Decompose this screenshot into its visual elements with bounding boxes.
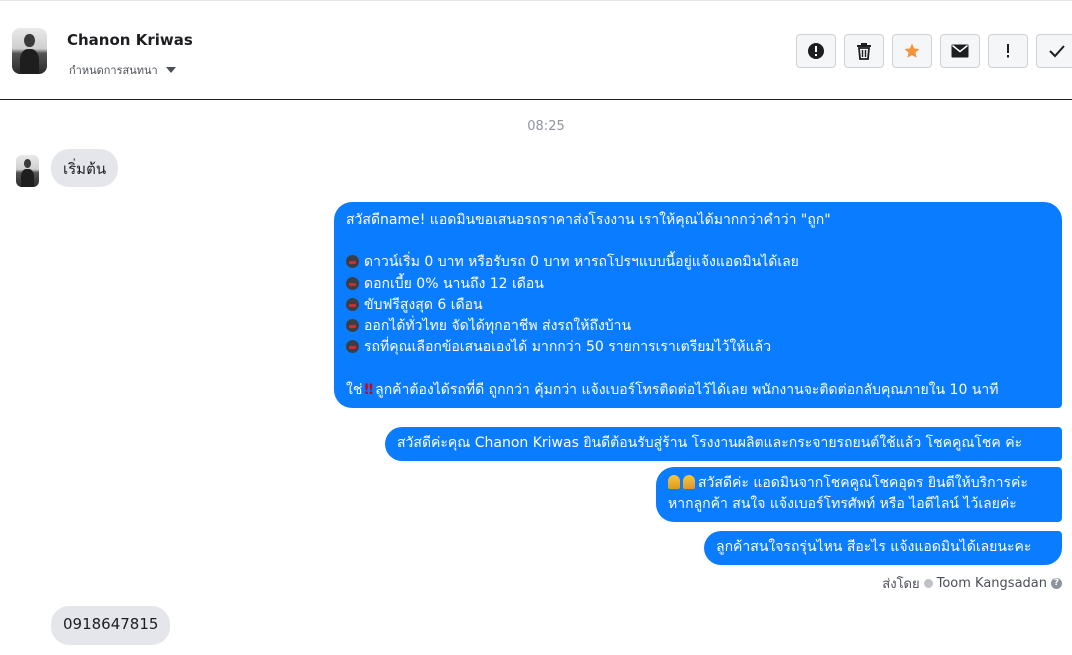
incoming-message-start[interactable]: เริ่มต้น (51, 149, 119, 187)
promo-closing: ใช่ ‼ ลูกค้าต้องได้รถที่ดี ถูกกว่า คุ้มกว่… (346, 381, 999, 398)
promo-bullet: ขับฟรีสูงสุด 6 เดือน (346, 295, 1050, 316)
car-emoji-icon (346, 276, 359, 290)
incoming-message-phone[interactable]: 0918647815 (51, 606, 171, 645)
car-emoji-icon (346, 255, 359, 269)
assign-label: กำหนดการสนทนา (69, 64, 158, 77)
outgoing-message-question[interactable]: ลูกค้าสนใจรถรุ่นไหน สีอะไร แจ้งแอดมินได้… (704, 531, 1062, 566)
pray-emoji-icon (668, 475, 680, 489)
outgoing-message-greeting[interactable]: สวัสดีค่ะ แอดมินจากโชคคูณโชคอุดร ยินดีให… (656, 467, 1062, 523)
promo-bullet: ดอกเบี้ย 0% นานถึง 12 เดือน (346, 274, 1050, 295)
envelope-icon (951, 44, 969, 58)
delete-button[interactable] (844, 34, 884, 68)
sender-avatar (16, 155, 39, 187)
priority-button[interactable] (988, 34, 1028, 68)
caret-down-icon (165, 67, 176, 73)
star-button[interactable] (892, 34, 932, 68)
contact-avatar[interactable] (12, 28, 47, 74)
promo-line-1: สวัสดีname! แอดมินขอเสนอรถราคาส่งโรงงาน … (346, 212, 831, 228)
sent-by-name[interactable]: Toom Kangsadan (937, 576, 1047, 591)
promo-bullet: ดาวน์เริ่ม 0 บาท หรือรับรถ 0 บาท หารถโปร… (346, 252, 1050, 273)
conversation-header: Chanon Kriwas กำหนดการสนทนา (0, 4, 1072, 100)
contact-name[interactable]: Chanon Kriwas (67, 31, 193, 49)
outgoing-message-welcome[interactable]: สวัสดีค่ะคุณ Chanon Kriwas ยินดีต้อนรับส… (385, 427, 1062, 462)
mark-done-button[interactable] (1036, 34, 1072, 68)
exclamation-icon (1007, 44, 1009, 58)
assign-conversation-dropdown[interactable]: กำหนดการสนทนา (69, 61, 176, 79)
car-emoji-icon (346, 318, 359, 332)
sent-by-label: ส่งโดย (882, 577, 920, 592)
message-timestamp: 08:25 (527, 119, 565, 134)
double-exclamation-icon: ‼ (364, 381, 374, 398)
sent-check-icon (923, 579, 933, 588)
star-icon (904, 43, 920, 58)
header-actions (796, 34, 1072, 68)
email-button[interactable] (940, 34, 980, 68)
check-icon (1048, 45, 1065, 58)
car-emoji-icon (346, 340, 359, 354)
promo-bullet: ออกได้ทั่วไทย จัดได้ทุกอาชีพ ส่งรถให้ถึง… (346, 316, 1050, 337)
alert-circle-icon (808, 43, 824, 59)
promo-bullet: รถที่คุณเลือกข้อเสนอเองได้ มากกว่า 50 รา… (346, 337, 1050, 358)
outgoing-message-promo[interactable]: สวัสดีname! แอดมินขอเสนอรถราคาส่งโรงงาน … (334, 202, 1062, 408)
trash-icon (857, 43, 871, 60)
car-emoji-icon (346, 297, 359, 311)
help-icon[interactable]: ? (1051, 578, 1062, 589)
report-button[interactable] (796, 34, 836, 68)
pray-emoji-icon (683, 475, 695, 489)
sent-by-info: ส่งโดย Toom Kangsadan ? (882, 573, 1062, 594)
